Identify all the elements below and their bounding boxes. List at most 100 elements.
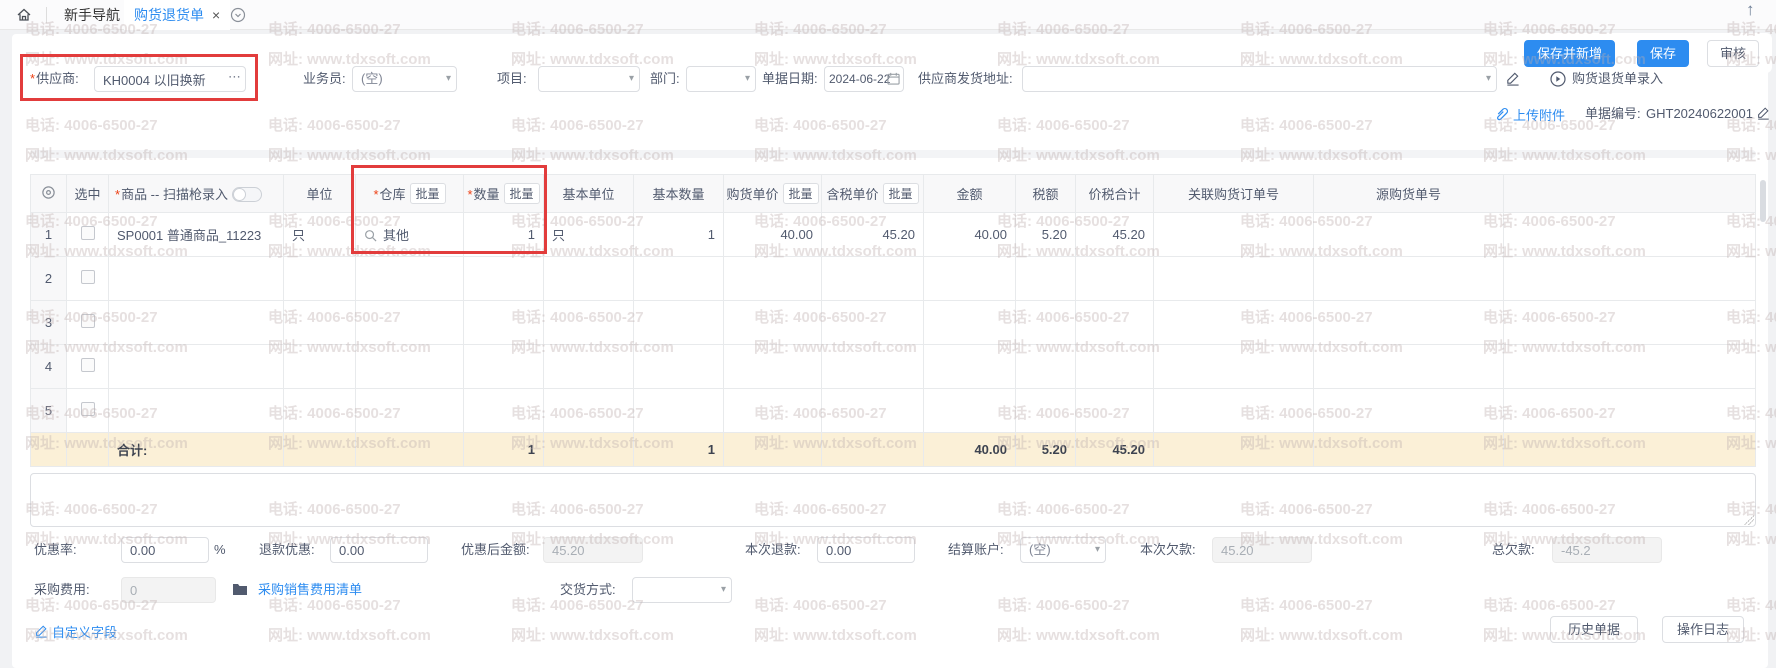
home-icon[interactable] bbox=[16, 7, 32, 23]
chevron-down-icon: ▾ bbox=[1486, 67, 1491, 91]
remarks-textarea[interactable] bbox=[30, 473, 1756, 527]
calendar-icon[interactable] bbox=[887, 72, 900, 85]
table-row: 5 bbox=[31, 389, 1756, 433]
source-bill-cell bbox=[1314, 213, 1504, 257]
refund-now-label: 本次退款: bbox=[745, 537, 801, 563]
table-row: 2 bbox=[31, 257, 1756, 301]
table-row: 3 bbox=[31, 301, 1756, 345]
vertical-scrollbar[interactable] bbox=[1760, 180, 1766, 222]
custom-fields-link[interactable]: 自定义字段 bbox=[52, 622, 117, 641]
tabbar-divider bbox=[46, 7, 47, 23]
product-cell[interactable] bbox=[109, 389, 284, 433]
total-amount: 40.00 bbox=[924, 433, 1016, 467]
audit-button[interactable]: 审核 bbox=[1707, 40, 1759, 67]
paperclip-icon[interactable] bbox=[1494, 107, 1509, 122]
purchase-fee-label: 采购费用: bbox=[34, 577, 90, 603]
upload-attachment-link[interactable]: 上传附件 bbox=[1513, 105, 1565, 124]
save-and-new-button[interactable]: 保存并新增 bbox=[1524, 40, 1615, 67]
tab-bar: 新手导航 购货退货单 × ↑ bbox=[0, 0, 1776, 30]
qty-cell[interactable]: 1 bbox=[464, 213, 544, 257]
row-select-cell bbox=[67, 389, 109, 433]
scroll-top-icon[interactable]: ↑ bbox=[1746, 0, 1755, 23]
purchase-fee-list-link[interactable]: 采购销售费用清单 bbox=[258, 579, 362, 598]
tax-column-header: 税额 bbox=[1016, 175, 1076, 213]
history-bills-button[interactable]: 历史单据 bbox=[1550, 616, 1638, 643]
refund-discount-input[interactable] bbox=[330, 537, 428, 563]
folder-icon[interactable] bbox=[232, 582, 248, 596]
tab-purchase-return[interactable]: 购货退货单 × bbox=[124, 0, 230, 30]
price-cell[interactable]: 40.00 bbox=[724, 213, 822, 257]
qty-batch-button[interactable]: 批量 bbox=[504, 183, 540, 204]
warehouse-batch-button[interactable]: 批量 bbox=[410, 183, 446, 204]
tab-list-dropdown-icon[interactable] bbox=[230, 7, 246, 23]
discount-rate-label: 优惠率: bbox=[34, 537, 77, 563]
total-base-qty: 1 bbox=[634, 433, 724, 467]
base-unit-column-header: 基本单位 bbox=[544, 175, 634, 213]
entry-guide-label[interactable]: 购货退货单录入 bbox=[1572, 66, 1663, 92]
product-cell[interactable] bbox=[109, 345, 284, 389]
row-checkbox[interactable] bbox=[81, 226, 95, 240]
base-qty-cell: 1 bbox=[634, 213, 724, 257]
purchase-fee-input bbox=[121, 577, 216, 603]
supplier-more-icon[interactable]: ⋯ bbox=[228, 64, 242, 90]
qty-column-header: *数量批量 bbox=[464, 175, 544, 213]
bill-date-input[interactable]: 2024-06-22 bbox=[824, 66, 904, 92]
operation-log-button[interactable]: 操作日志 bbox=[1662, 616, 1744, 643]
product-cell[interactable] bbox=[109, 301, 284, 345]
play-icon[interactable] bbox=[1550, 71, 1566, 87]
row-checkbox[interactable] bbox=[81, 270, 95, 284]
supplier-label: *供应商: bbox=[30, 66, 79, 92]
supplier-address-select[interactable]: ▾ bbox=[1022, 66, 1497, 92]
product-cell[interactable]: SP0001 普通商品_11223 bbox=[109, 213, 284, 257]
amount-column-header: 金额 bbox=[924, 175, 1016, 213]
refund-now-input[interactable] bbox=[817, 537, 915, 563]
tab-beginner-nav[interactable]: 新手导航 bbox=[54, 0, 130, 30]
delivery-method-select[interactable]: ▾ bbox=[632, 577, 732, 603]
settlement-account-select[interactable]: (空) ▾ bbox=[1020, 537, 1106, 563]
row-select-cell bbox=[67, 213, 109, 257]
discount-rate-input[interactable] bbox=[121, 537, 209, 563]
settlement-account-label: 结算账户: bbox=[948, 537, 1004, 563]
table-row: 4 bbox=[31, 345, 1756, 389]
search-icon[interactable] bbox=[364, 229, 377, 242]
scan-gun-toggle[interactable] bbox=[232, 187, 262, 202]
row-checkbox[interactable] bbox=[81, 314, 95, 328]
tax-price-cell[interactable]: 45.20 bbox=[822, 213, 924, 257]
unit-cell[interactable]: 只 bbox=[284, 213, 356, 257]
department-label: 部门: bbox=[650, 66, 680, 92]
salesman-select[interactable]: (空) ▾ bbox=[352, 66, 457, 92]
column-settings-header[interactable] bbox=[31, 175, 67, 213]
chevron-down-icon: ▾ bbox=[745, 67, 750, 91]
project-select[interactable]: ▾ bbox=[538, 66, 640, 92]
row-select-cell bbox=[67, 257, 109, 301]
amount-after-discount-input bbox=[543, 537, 643, 563]
product-column-header: *商品 -- 扫描枪录入 bbox=[109, 175, 284, 213]
tab-label: 购货退货单 bbox=[134, 7, 204, 23]
edit-icon[interactable] bbox=[1505, 71, 1520, 86]
tax-price-batch-button[interactable]: 批量 bbox=[883, 183, 919, 204]
row-select-cell bbox=[67, 301, 109, 345]
table-row: 1 SP0001 普通商品_11223 只 其他 1 只 1 40.00 45.… bbox=[31, 213, 1756, 257]
tab-close-icon[interactable]: × bbox=[212, 7, 220, 23]
row-select-cell bbox=[67, 345, 109, 389]
row-number: 4 bbox=[31, 345, 67, 389]
tax-price-column-header: 含税单价批量 bbox=[822, 175, 924, 213]
percent-suffix: % bbox=[214, 537, 226, 563]
base-qty-column-header: 基本数量 bbox=[634, 175, 724, 213]
edit-icon[interactable] bbox=[1756, 106, 1770, 120]
save-button[interactable]: 保存 bbox=[1637, 40, 1689, 67]
department-select[interactable]: ▾ bbox=[686, 66, 756, 92]
row-checkbox[interactable] bbox=[81, 402, 95, 416]
row-checkbox[interactable] bbox=[81, 358, 95, 372]
product-cell[interactable] bbox=[109, 257, 284, 301]
supplier-input[interactable] bbox=[94, 66, 246, 92]
related-order-cell[interactable] bbox=[1154, 213, 1314, 257]
gear-icon[interactable] bbox=[41, 185, 56, 200]
required-mark: * bbox=[30, 71, 35, 86]
select-column-header: 选中 bbox=[67, 175, 109, 213]
warehouse-cell[interactable]: 其他 bbox=[356, 213, 464, 257]
price-batch-button[interactable]: 批量 bbox=[783, 183, 819, 204]
horizontal-scrollbar[interactable] bbox=[30, 150, 1756, 158]
resize-grip[interactable] bbox=[1744, 515, 1754, 525]
base-unit-cell: 只 bbox=[544, 213, 634, 257]
